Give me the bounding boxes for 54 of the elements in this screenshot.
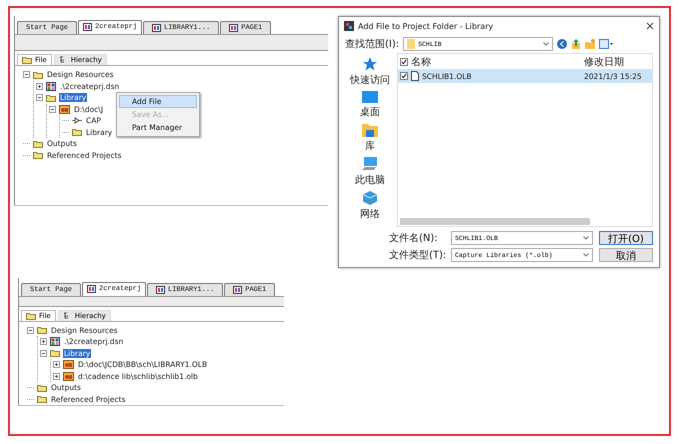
folder-icon <box>50 349 60 358</box>
library-icon <box>63 372 74 381</box>
document-icon <box>152 24 162 32</box>
column-header[interactable]: 名称 <box>411 54 581 68</box>
document-icon <box>87 285 96 293</box>
collapse-toggle-icon[interactable] <box>49 106 56 113</box>
place-label[interactable]: 桌面 <box>360 105 380 119</box>
document-icon <box>411 71 419 81</box>
place-label[interactable]: 此电脑 <box>355 173 385 187</box>
expand-toggle-icon[interactable] <box>40 338 47 346</box>
star-icon <box>363 57 377 71</box>
library-icon <box>59 104 70 114</box>
network-icon <box>362 191 378 205</box>
view-menu-icon[interactable] <box>599 39 614 49</box>
expand-toggle-icon[interactable] <box>36 82 43 90</box>
document-icon <box>83 23 92 31</box>
place-label[interactable]: 网络 <box>360 207 380 221</box>
design-file-icon <box>46 82 56 91</box>
part-icon <box>72 117 82 124</box>
file-type-label: 文件类型(T): <box>389 248 445 262</box>
caret-icon <box>543 42 550 46</box>
checkbox[interactable] <box>400 72 408 80</box>
design-file-icon <box>50 337 60 346</box>
desktop-icon <box>362 91 378 103</box>
place-label[interactable]: 快速访问 <box>350 73 390 87</box>
collapse-toggle-icon[interactable] <box>36 94 43 102</box>
computer-icon <box>362 157 378 171</box>
checkbox[interactable] <box>400 58 408 66</box>
back-icon[interactable] <box>557 39 568 49</box>
document-icon <box>156 286 166 294</box>
expand-toggle-icon[interactable] <box>53 372 60 380</box>
collapse-toggle-icon[interactable] <box>27 326 34 334</box>
folder-icon <box>407 39 416 49</box>
caret-icon <box>583 236 589 240</box>
folder-icon <box>46 94 56 102</box>
collapse-toggle-icon[interactable] <box>40 350 47 357</box>
folder-icon <box>72 128 82 136</box>
collapse-toggle-icon[interactable] <box>23 71 30 78</box>
up-folder-icon[interactable] <box>571 39 582 49</box>
folder-icon <box>362 123 378 137</box>
look-in-label: 查找范围(I): <box>345 38 400 51</box>
place-label[interactable]: 库 <box>365 139 375 153</box>
cancel-button[interactable]: 取消 <box>599 248 653 262</box>
app-icon <box>344 21 354 31</box>
library-icon <box>63 360 74 370</box>
dialog-title: Add File to Project Folder - Library <box>358 22 494 30</box>
caret-icon <box>583 253 589 257</box>
file-name-label: 文件名(N): <box>389 232 439 245</box>
document-icon <box>233 286 242 294</box>
expand-toggle-icon[interactable] <box>53 361 60 368</box>
document-icon <box>229 24 238 32</box>
open-button[interactable]: 打开(O) <box>599 231 653 245</box>
column-header[interactable]: 修改日期 <box>584 54 624 68</box>
close-icon[interactable] <box>646 22 654 30</box>
